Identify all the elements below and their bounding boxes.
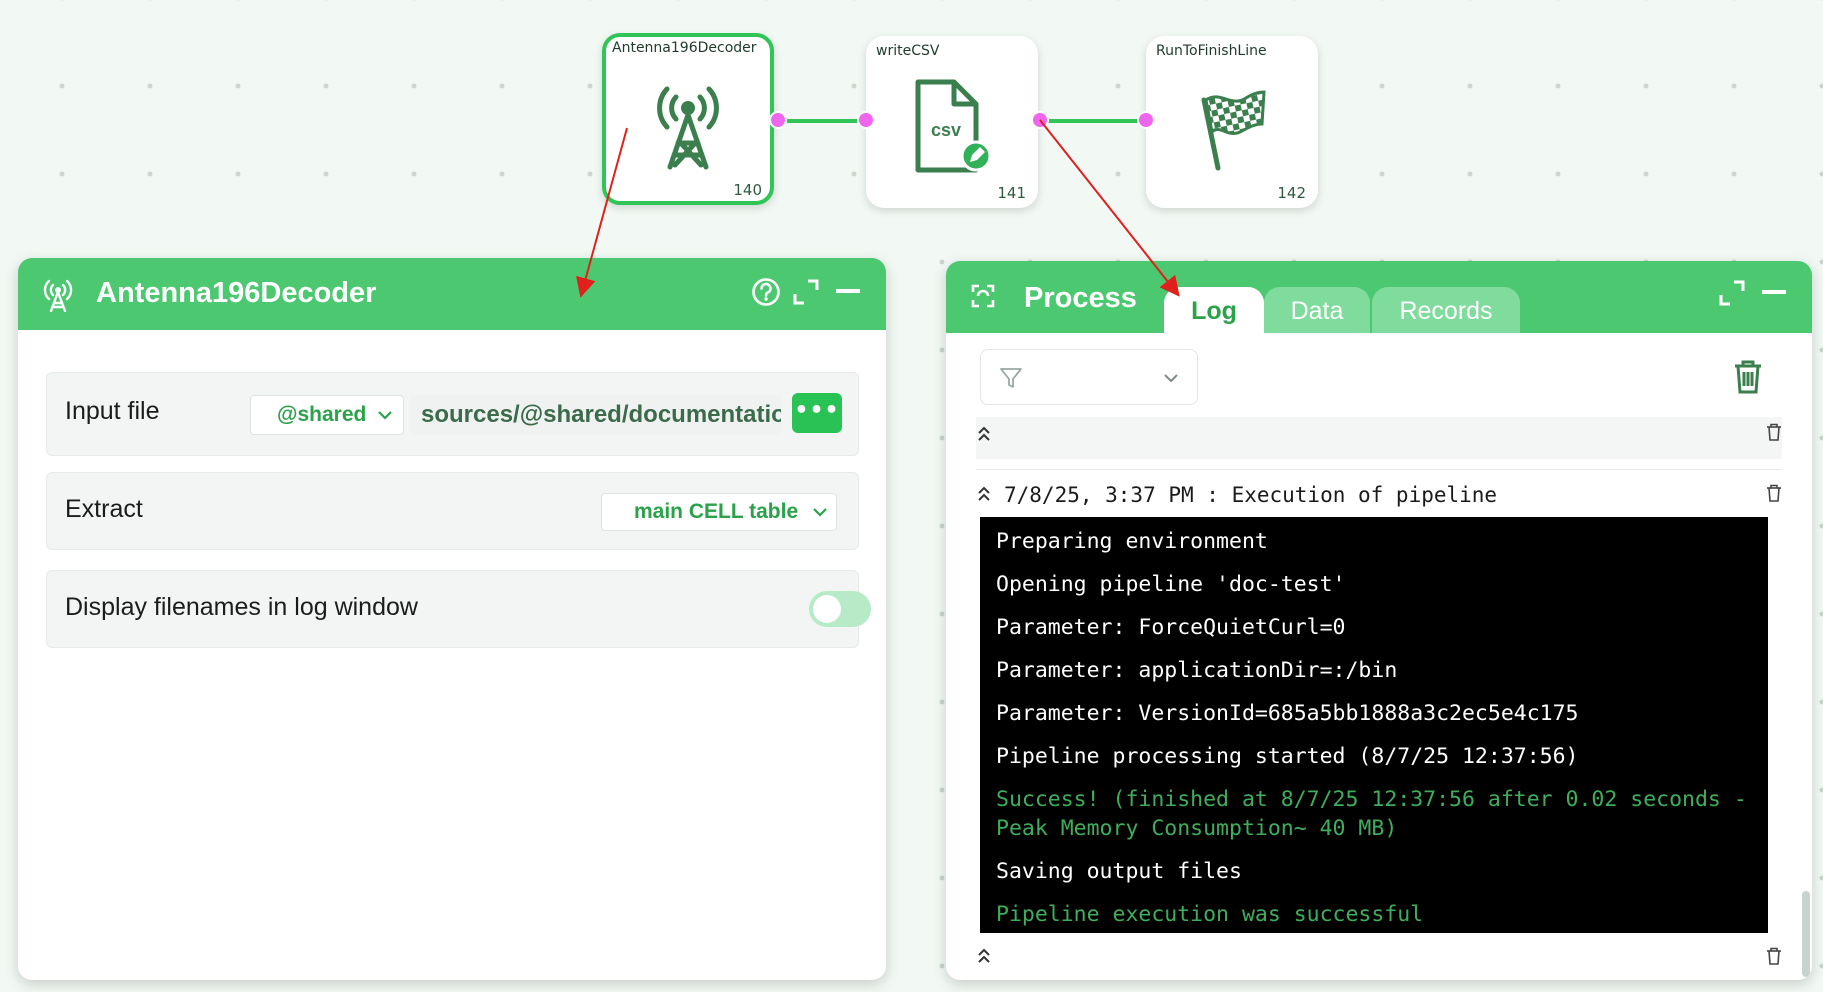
annotation-arrow bbox=[1039, 119, 1180, 297]
annotation-arrows bbox=[576, 119, 1180, 298]
annotation-arrow bbox=[576, 127, 628, 298]
